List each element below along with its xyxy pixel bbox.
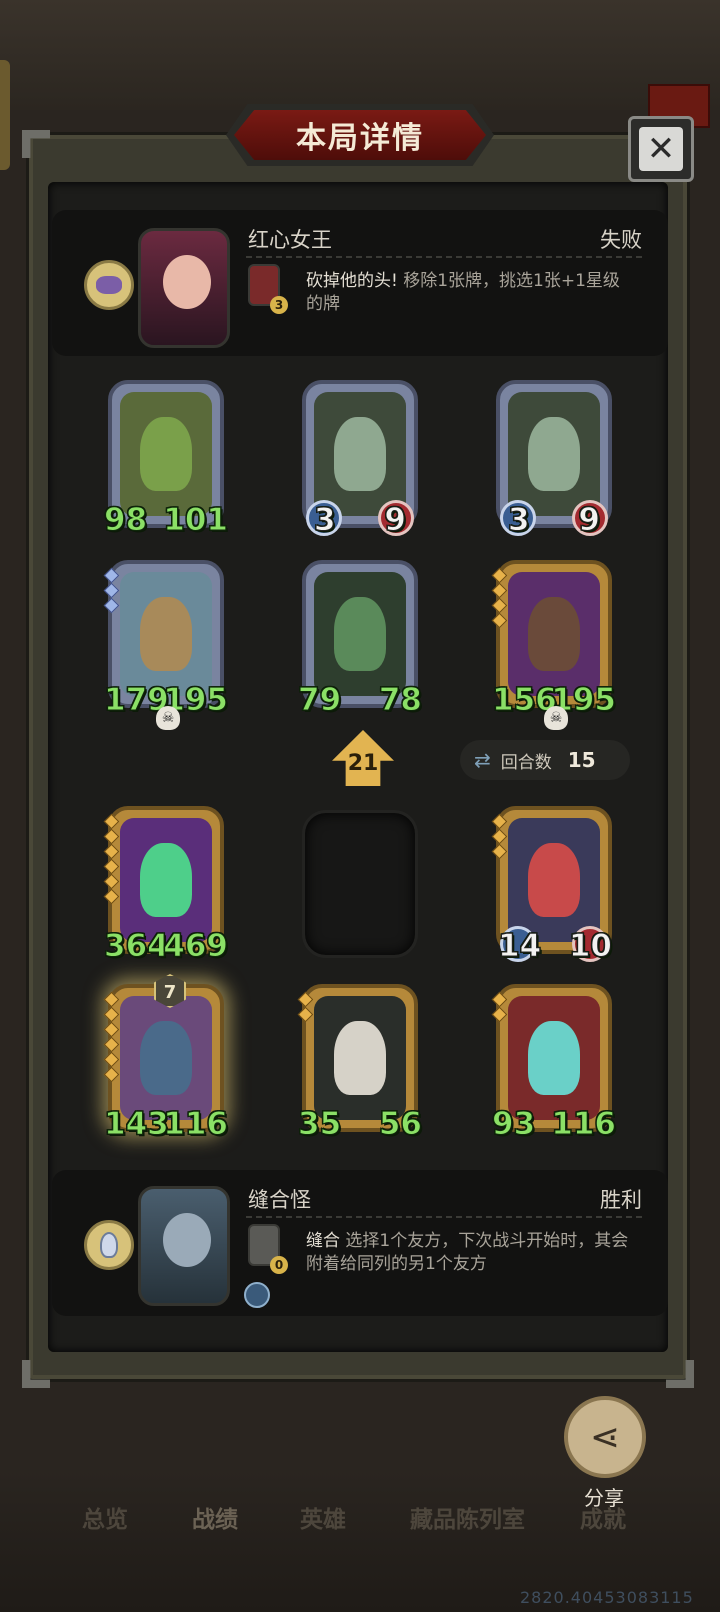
skull-icon: ☠ [156,706,180,730]
divider [246,256,642,258]
star-rank [491,567,508,629]
round-label: 回合数 [500,752,552,773]
divider [246,1216,642,1218]
swap-icon: ⇄ [474,748,491,772]
player-result: 胜利 [600,1188,642,1212]
player-minion-card[interactable]: 14 10 [491,806,613,965]
minion-attack: 3 [508,502,531,539]
opponent-result: 失败 [600,228,642,252]
minion-attack: 98 [103,502,148,539]
player-hero-portrait[interactable] [138,1186,230,1306]
minion-health: 116 [163,1106,229,1143]
opponent-skill-name: 砍掉他的头! [306,271,398,291]
player-minion-card[interactable]: 364 469 [103,806,228,965]
hero-power-cost-badge: 3 [270,296,288,314]
close-button[interactable]: ✕ [628,116,694,182]
minion-health: 469 [163,928,229,965]
player-skill-text: 缝合 选择1个友方，下次战斗开始时，其会附着给同列的另1个友方 [306,1230,636,1276]
minion-health: 56 [378,1106,422,1143]
opponent-name: 红心女王 [248,228,332,252]
nav-overview[interactable]: 总览 [82,1500,128,1534]
share-icon: ⋖ [589,1416,621,1458]
round-counter: ⇄ 回合数 15 [460,740,630,780]
minion-attack: 79 [297,682,342,719]
page-title: 本局详情 [234,110,486,160]
empty-board-slot[interactable] [302,810,418,958]
skull-icon: ☠ [544,706,568,730]
player-minion-card[interactable]: 93 116 [491,984,616,1143]
player-skill-name: 缝合 [306,1231,340,1251]
left-edge-decoration [0,60,10,170]
nav-collection[interactable]: 藏品陈列室 [410,1500,525,1534]
player-name: 缝合怪 [248,1188,311,1212]
opponent-minion-card[interactable]: 98 101 [103,380,228,539]
minion-health: 78 [378,682,422,719]
opponent-minion-card[interactable]: 156 195 ☠ [491,560,616,730]
minion-health: 9 [578,502,601,539]
nav-records[interactable]: 战绩 [192,1500,238,1534]
minion-attack: 35 [297,1106,342,1143]
sword-icon [244,1282,270,1308]
minion-attack: 14 [497,928,542,965]
round-value: 15 [567,748,596,772]
star-rank [491,991,508,1023]
share-label: 分享 [584,1486,624,1510]
opponent-minion-card[interactable]: 179 195 ☠ [103,560,228,730]
star-rank [103,813,120,905]
player-minion-card[interactable]: 7 143 116 [103,974,228,1143]
player-row: 缝合怪 胜利 0 缝合 选择1个友方，下次战斗开始时，其会附着给同列的另1个友方 [52,1170,668,1316]
opponent-minion-card[interactable]: 79 78 [297,560,423,719]
nav-heroes[interactable]: 英雄 [300,1500,346,1534]
star-rank [103,991,120,1083]
opponent-minion-card[interactable]: 3 9 [496,380,612,539]
minion-attack: 143 [104,1106,170,1143]
minion-health: 116 [551,1106,617,1143]
player-minion-card[interactable]: 35 56 [297,984,423,1143]
star-rank [103,567,120,614]
opponent-hero-portrait[interactable] [138,228,230,348]
opponent-skill-text: 砍掉他的头! 移除1张牌，挑选1张+1星级的牌 [306,270,636,316]
minion-health: 9 [384,502,407,539]
close-icon: ✕ [639,127,683,171]
player-skill-desc: 选择1个友方，下次战斗开始时，其会附着给同列的另1个友方 [306,1231,629,1274]
mirror-relic-icon[interactable] [84,1220,134,1270]
minion-health: 10 [568,928,612,965]
star-rank [491,813,508,860]
top-background [0,0,720,110]
star-rank [297,991,314,1023]
hero-power-cost-badge: 0 [270,1256,288,1274]
minion-health: 101 [163,502,229,539]
share-button[interactable]: ⋖ [564,1396,646,1478]
build-number: 2820.40453083115 [520,1588,694,1607]
opponent-row: 红心女王 失败 3 砍掉他的头! 移除1张牌，挑选1张+1星级的牌 [52,210,668,356]
opponent-minion-card[interactable]: 3 9 [302,380,418,539]
minion-attack: 93 [491,1106,536,1143]
minion-attack: 364 [104,928,170,965]
gold-count: 21 [347,751,379,776]
minion-attack: 3 [314,502,337,539]
gem-relic-icon[interactable] [84,260,134,310]
